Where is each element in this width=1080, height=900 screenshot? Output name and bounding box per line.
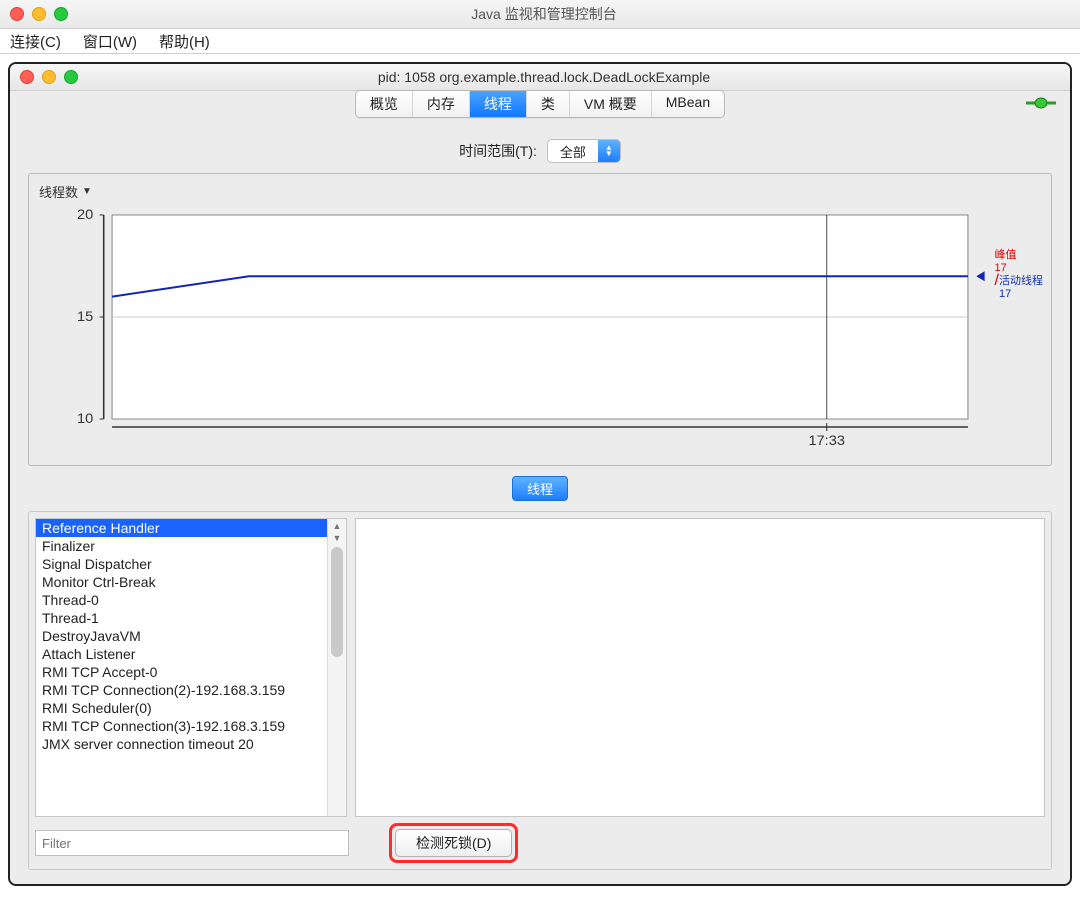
time-range-value: 全部 bbox=[548, 140, 598, 162]
threads-panel: Reference HandlerFinalizerSignal Dispatc… bbox=[28, 511, 1052, 870]
thread-list-item[interactable]: JMX server connection timeout 20 bbox=[36, 735, 327, 753]
legend-peak-label: 峰值 bbox=[995, 249, 1017, 261]
thread-list-item[interactable]: RMI TCP Connection(2)-192.168.3.159 bbox=[36, 681, 327, 699]
menu-window[interactable]: 窗口(W) bbox=[83, 31, 137, 52]
outer-traffic-lights bbox=[10, 7, 68, 21]
inner-traffic-lights bbox=[20, 70, 78, 84]
thread-detail-pane bbox=[355, 518, 1045, 817]
inner-titlebar: pid: 1058 org.example.thread.lock.DeadLo… bbox=[10, 64, 1070, 91]
thread-list-item[interactable]: Finalizer bbox=[36, 537, 327, 555]
svg-text:10: 10 bbox=[77, 411, 93, 427]
svg-text:15: 15 bbox=[77, 309, 93, 325]
menu-help[interactable]: 帮助(H) bbox=[159, 31, 210, 52]
outer-window-title: Java 监视和管理控制台 bbox=[68, 4, 1020, 24]
thread-list-item[interactable]: RMI TCP Accept-0 bbox=[36, 663, 327, 681]
close-icon[interactable] bbox=[20, 70, 34, 84]
close-icon[interactable] bbox=[10, 7, 24, 21]
threads-section-header: 线程 bbox=[28, 476, 1052, 501]
connection-status-icon bbox=[1026, 95, 1056, 111]
zoom-icon[interactable] bbox=[64, 70, 78, 84]
detect-deadlock-highlight: 检测死锁(D) bbox=[389, 823, 518, 863]
thread-filter-input[interactable] bbox=[35, 830, 349, 856]
thread-list[interactable]: Reference HandlerFinalizerSignal Dispatc… bbox=[36, 519, 327, 816]
legend-live-label: 活动线程 bbox=[999, 275, 1043, 287]
outer-titlebar: Java 监视和管理控制台 bbox=[0, 0, 1080, 29]
chart-title: 线程数 bbox=[39, 182, 78, 201]
zoom-icon[interactable] bbox=[54, 7, 68, 21]
thread-list-item[interactable]: RMI Scheduler(0) bbox=[36, 699, 327, 717]
menu-connection[interactable]: 连接(C) bbox=[10, 31, 61, 52]
thread-list-item[interactable]: Attach Listener bbox=[36, 645, 327, 663]
tab-vm[interactable]: VM 概要 bbox=[570, 91, 652, 117]
scroll-thumb[interactable] bbox=[331, 547, 343, 657]
time-range-row: 时间范围(T): 全部 ▲▼ bbox=[28, 139, 1052, 163]
chart-legend: 峰值 17 / 活动线程 17 bbox=[995, 249, 1043, 301]
tab-threads[interactable]: 线程 bbox=[470, 91, 527, 117]
thread-list-item[interactable]: DestroyJavaVM bbox=[36, 627, 327, 645]
legend-live-value: 17 bbox=[999, 288, 1011, 300]
thread-list-item[interactable]: Monitor Ctrl-Break bbox=[36, 573, 327, 591]
thread-list-item[interactable]: Signal Dispatcher bbox=[36, 555, 327, 573]
tabs: 概览 内存 线程 类 VM 概要 MBean bbox=[355, 90, 725, 118]
thread-list-wrap: Reference HandlerFinalizerSignal Dispatc… bbox=[35, 518, 347, 817]
stepper-icon[interactable]: ▲▼ bbox=[598, 140, 620, 162]
thread-list-item[interactable]: Reference Handler bbox=[36, 519, 327, 537]
thread-count-chart: 10 15 20 17:33 峰值 17 / 活动线程 17 bbox=[39, 205, 1041, 455]
svg-text:17:33: 17:33 bbox=[808, 433, 845, 449]
threads-section-button[interactable]: 线程 bbox=[512, 476, 568, 501]
chevron-down-icon[interactable]: ▼ bbox=[82, 186, 92, 197]
svg-text:20: 20 bbox=[77, 207, 93, 223]
thread-list-item[interactable]: Thread-0 bbox=[36, 591, 327, 609]
detect-deadlock-button[interactable]: 检测死锁(D) bbox=[395, 829, 512, 857]
tab-memory[interactable]: 内存 bbox=[413, 91, 470, 117]
time-range-label: 时间范围(T): bbox=[459, 141, 537, 161]
minimize-icon[interactable] bbox=[32, 7, 46, 21]
inner-window-title: pid: 1058 org.example.thread.lock.DeadLo… bbox=[78, 69, 1010, 85]
time-range-select[interactable]: 全部 ▲▼ bbox=[547, 139, 621, 163]
scroll-down-icon[interactable]: ▼ bbox=[328, 533, 346, 543]
tab-overview[interactable]: 概览 bbox=[356, 91, 413, 117]
inner-window: pid: 1058 org.example.thread.lock.DeadLo… bbox=[8, 62, 1072, 886]
chart-panel: 线程数 ▼ 10152017:33 峰值 17 / bbox=[28, 173, 1052, 466]
tabs-row: 概览 内存 线程 类 VM 概要 MBean bbox=[10, 91, 1070, 123]
menubar: 连接(C) 窗口(W) 帮助(H) bbox=[0, 29, 1080, 54]
outer-window: Java 监视和管理控制台 连接(C) 窗口(W) 帮助(H) pid: 105… bbox=[0, 0, 1080, 900]
scroll-up-icon[interactable]: ▲ bbox=[328, 521, 346, 531]
tab-classes[interactable]: 类 bbox=[527, 91, 570, 117]
thread-list-scrollbar[interactable]: ▲ ▼ bbox=[327, 519, 346, 816]
minimize-icon[interactable] bbox=[42, 70, 56, 84]
thread-list-item[interactable]: RMI TCP Connection(3)-192.168.3.159 bbox=[36, 717, 327, 735]
thread-list-item[interactable]: Thread-1 bbox=[36, 609, 327, 627]
tab-mbean[interactable]: MBean bbox=[652, 91, 724, 117]
